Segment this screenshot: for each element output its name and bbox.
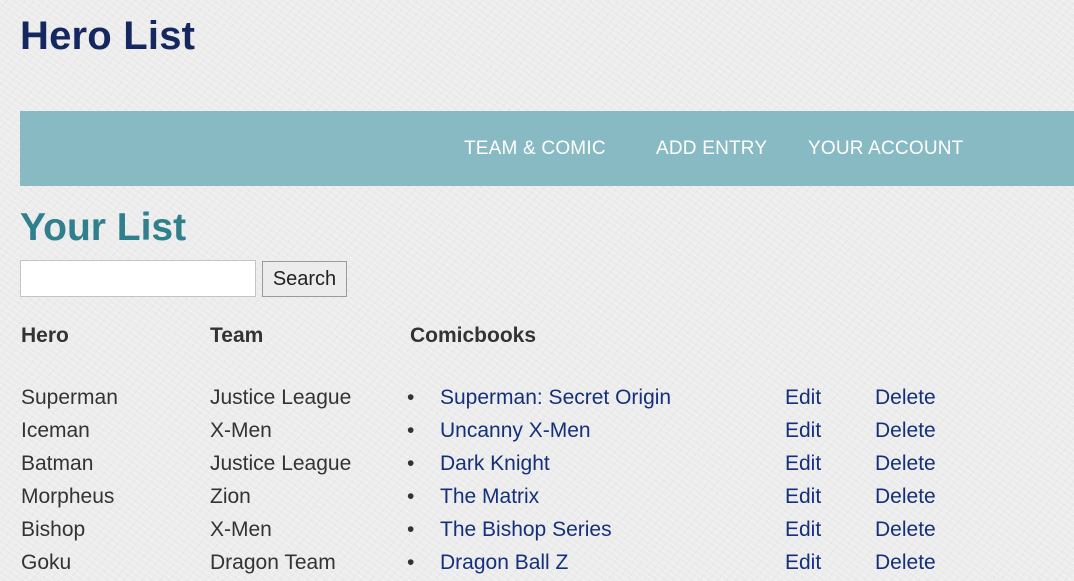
hero-name: Batman (21, 452, 94, 475)
table-row: Iceman X-Men • Uncanny X-Men Edit Delete (0, 417, 1074, 450)
table-row: Bishop X-Men • The Bishop Series Edit De… (0, 516, 1074, 549)
delete-link[interactable]: Delete (875, 551, 936, 575)
bullet-icon: • (407, 518, 415, 541)
comic-link[interactable]: Dragon Ball Z (440, 551, 568, 575)
search-input[interactable] (20, 260, 256, 297)
delete-link[interactable]: Delete (875, 386, 936, 410)
comic-link[interactable]: Dark Knight (440, 452, 550, 476)
comic-link[interactable]: The Matrix (440, 485, 539, 509)
column-header-hero: Hero (21, 324, 69, 347)
delete-link[interactable]: Delete (875, 485, 936, 509)
hero-name: Bishop (21, 518, 86, 541)
column-header-comicbooks: Comicbooks (410, 324, 537, 347)
page-title: Your List (20, 206, 187, 249)
edit-link[interactable]: Edit (785, 485, 821, 509)
nav-item-add-entry[interactable]: ADD ENTRY (656, 138, 767, 160)
comic-link[interactable]: The Bishop Series (440, 518, 612, 542)
edit-link[interactable]: Edit (785, 419, 821, 443)
search-button[interactable]: Search (262, 261, 347, 297)
delete-link[interactable]: Delete (875, 452, 936, 476)
hero-name: Goku (21, 551, 72, 574)
edit-link[interactable]: Edit (785, 518, 821, 542)
table-row: Goku Dragon Team • Dragon Ball Z Edit De… (0, 549, 1074, 581)
edit-link[interactable]: Edit (785, 386, 821, 410)
hero-name: Iceman (21, 419, 90, 442)
delete-link[interactable]: Delete (875, 419, 936, 443)
table-row: Superman Justice League • Superman: Secr… (0, 384, 1074, 417)
hero-list: Superman Justice League • Superman: Secr… (0, 384, 1074, 581)
team-name: Justice League (210, 452, 352, 475)
delete-link[interactable]: Delete (875, 518, 936, 542)
bullet-icon: • (407, 551, 415, 574)
nav-item-team-comic[interactable]: TEAM & COMIC (464, 138, 606, 160)
edit-link[interactable]: Edit (785, 452, 821, 476)
bullet-icon: • (407, 485, 415, 508)
site-title: Hero List (20, 14, 196, 58)
column-header-team: Team (210, 324, 264, 347)
table-row: Morpheus Zion • The Matrix Edit Delete (0, 483, 1074, 516)
team-name: X-Men (210, 518, 272, 541)
team-name: Justice League (210, 386, 352, 409)
hero-name: Superman (21, 386, 118, 409)
bullet-icon: • (407, 452, 415, 475)
comic-link[interactable]: Uncanny X-Men (440, 419, 591, 443)
team-name: X-Men (210, 419, 272, 442)
bullet-icon: • (407, 386, 415, 409)
nav-item-your-account[interactable]: YOUR ACCOUNT (808, 138, 963, 160)
main-navbar: TEAM & COMIC ADD ENTRY YOUR ACCOUNT (20, 111, 1074, 186)
comic-link[interactable]: Superman: Secret Origin (440, 386, 671, 410)
team-name: Dragon Team (210, 551, 336, 574)
team-name: Zion (210, 485, 251, 508)
table-row: Batman Justice League • Dark Knight Edit… (0, 450, 1074, 483)
edit-link[interactable]: Edit (785, 551, 821, 575)
hero-name: Morpheus (21, 485, 115, 508)
bullet-icon: • (407, 419, 415, 442)
